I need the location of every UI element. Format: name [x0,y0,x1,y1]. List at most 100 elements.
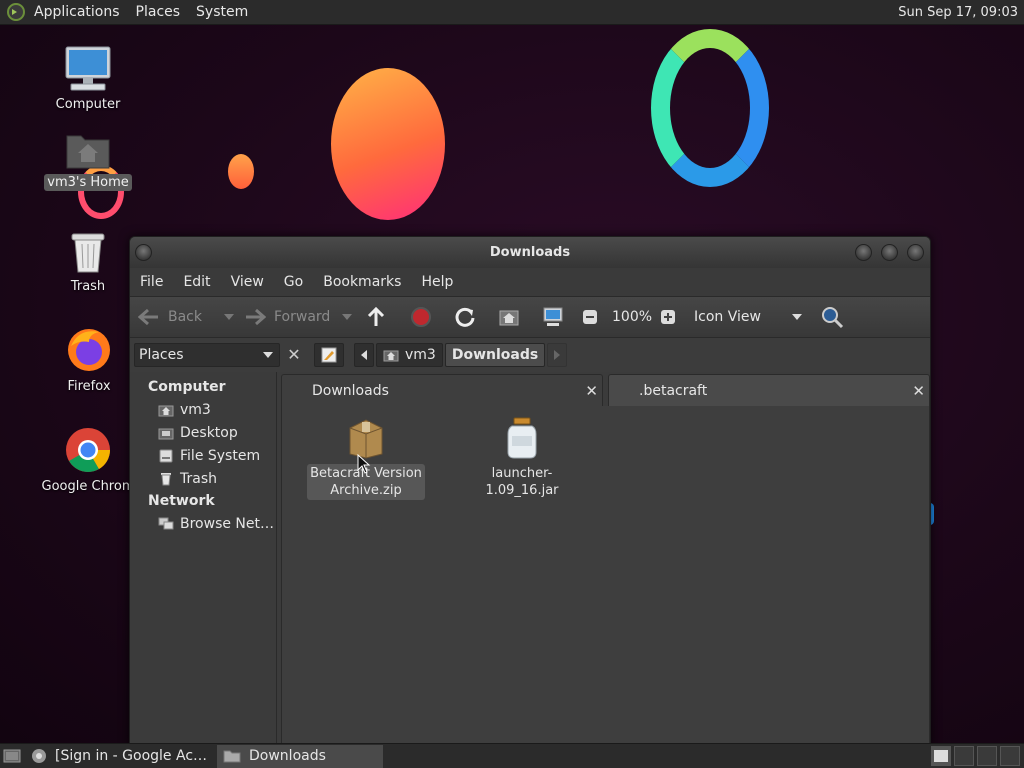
menu-help[interactable]: Help [415,274,459,290]
sidebar-item-desktop[interactable]: Desktop [130,421,276,444]
menu-edit[interactable]: Edit [177,274,216,290]
sidebar-item-label: vm3 [180,401,211,418]
chevron-down-icon [263,352,273,358]
jar-icon [507,417,537,459]
workspace-switcher [931,746,1020,766]
close-button[interactable] [907,244,924,261]
zoom-level[interactable]: 100% [612,302,652,332]
ring-decoration [651,29,769,187]
task-chrome[interactable]: [Sign in - Google Ac… [25,745,213,768]
small-oval-decoration [228,154,254,189]
reload-icon [455,307,475,327]
sidebar-item-vm3[interactable]: vm3 [130,398,276,421]
desktop-firefox[interactable]: Firefox [39,326,139,395]
chevron-down-icon [792,314,803,320]
sidebar-heading-computer: Computer [148,379,226,395]
sidebar-item-file-system[interactable]: File System [130,444,276,467]
menu-file[interactable]: File [134,274,169,290]
desktop-icon-label: vm3's Home [44,174,132,191]
minimize-button[interactable] [855,244,872,261]
desktop-icon-label: Computer [55,97,121,112]
clock[interactable]: Sun Sep 17, 09:03 [898,5,1024,20]
desktop-folder-icon [158,428,174,439]
distro-logo-icon[interactable] [6,2,26,22]
file-name: launcher-1.09_16.jar [485,466,559,498]
maximize-button[interactable] [881,244,898,261]
tab-label: .betacraft [639,383,708,399]
breadcrumb-right-arrow[interactable] [547,343,568,367]
tab-bar: Downloads ✕ .betacraft ✕ [281,374,930,406]
mouse-cursor-icon [357,454,371,474]
breadcrumb-vm3[interactable]: vm3 [376,343,443,367]
task-downloads[interactable]: Downloads [217,744,384,768]
workspace-3[interactable] [977,746,997,766]
forward-history-dropdown[interactable] [342,314,352,320]
trash-icon [161,472,171,485]
tab-betacraft[interactable]: .betacraft ✕ [608,374,930,406]
menu-places[interactable]: Places [128,0,189,25]
tab-close-icon[interactable]: ✕ [912,375,925,407]
sidebar-heading-network: Network [148,493,215,509]
tab-close-icon[interactable]: ✕ [585,375,598,407]
sidebar-item-label: Trash [180,470,217,487]
up-button[interactable] [366,302,394,332]
desktop-home-folder[interactable]: vm3's Home [38,130,138,191]
zoom-out-button[interactable] [582,302,606,332]
back-button[interactable]: Back [138,302,218,332]
firefox-icon [68,329,110,371]
desktop-computer[interactable]: Computer [38,44,138,113]
sidebar-close-button[interactable]: ✕ [284,345,304,365]
menu-view[interactable]: View [225,274,270,290]
workspace-window-thumbnail [934,750,948,762]
search-button[interactable] [820,302,852,332]
show-desktop-icon[interactable] [3,747,21,765]
search-icon [822,307,844,329]
computer-icon [65,46,111,91]
zoom-out-icon [583,310,597,324]
desktop-icon-label: Trash [70,279,106,294]
workspace-4[interactable] [1000,746,1020,766]
menu-bookmarks[interactable]: Bookmarks [317,274,407,290]
content-pane: Downloads ✕ .betacraft ✕ Betacraft Versi… [277,372,930,747]
breadcrumb-downloads[interactable]: Downloads [444,343,546,367]
view-mode-select[interactable]: Icon View [694,302,803,332]
forward-button[interactable]: Forward [244,302,336,332]
computer-button[interactable] [542,302,572,332]
window-menu-button[interactable] [135,244,152,261]
close-icon: ✕ [287,345,301,364]
file-item[interactable]: launcher-1.09_16.jar [462,416,582,500]
chevron-right-icon [554,350,561,360]
sidebar-item-trash[interactable]: Trash [130,467,276,490]
desktop-icon-label: Google Chrom [41,479,135,494]
sidebar-selector[interactable]: Places [134,343,280,367]
workspace-2[interactable] [954,746,974,766]
up-arrow-icon [367,306,385,326]
desktop-chrome[interactable]: Google Chrom [38,426,138,495]
back-history-dropdown[interactable] [224,314,234,320]
file-view[interactable]: Betacraft Version Archive.zip launcher-1… [281,406,930,746]
desktop-trash[interactable]: Trash [38,230,138,295]
toggle-location-button[interactable] [314,343,344,367]
home-button[interactable] [498,302,528,332]
home-icon [383,350,399,362]
breadcrumb-left-arrow[interactable] [354,343,374,367]
desktop-icon-label: Firefox [67,379,111,394]
file-manager-window: Downloads File Edit View Go Bookmarks He… [129,236,931,748]
menu-system[interactable]: System [188,0,256,25]
top-panel: Applications Places System Sun Sep 17, 0… [0,0,1024,25]
workspace-1[interactable] [931,746,951,766]
chrome-icon [32,749,46,763]
edit-location-icon [321,347,337,363]
menubar: File Edit View Go Bookmarks Help [130,268,930,296]
reload-button[interactable] [454,302,484,332]
menu-applications[interactable]: Applications [26,0,128,25]
stop-button[interactable] [410,302,440,332]
sidebar-item-browse-network[interactable]: Browse Net… [130,512,276,535]
sidebar-selector-label: Places [139,347,184,363]
tab-downloads[interactable]: Downloads ✕ [281,374,603,406]
zoom-in-button[interactable] [660,302,684,332]
menu-go[interactable]: Go [278,274,309,290]
forward-label: Forward [274,309,331,325]
stop-icon [411,307,431,327]
window-titlebar[interactable]: Downloads [130,237,930,268]
